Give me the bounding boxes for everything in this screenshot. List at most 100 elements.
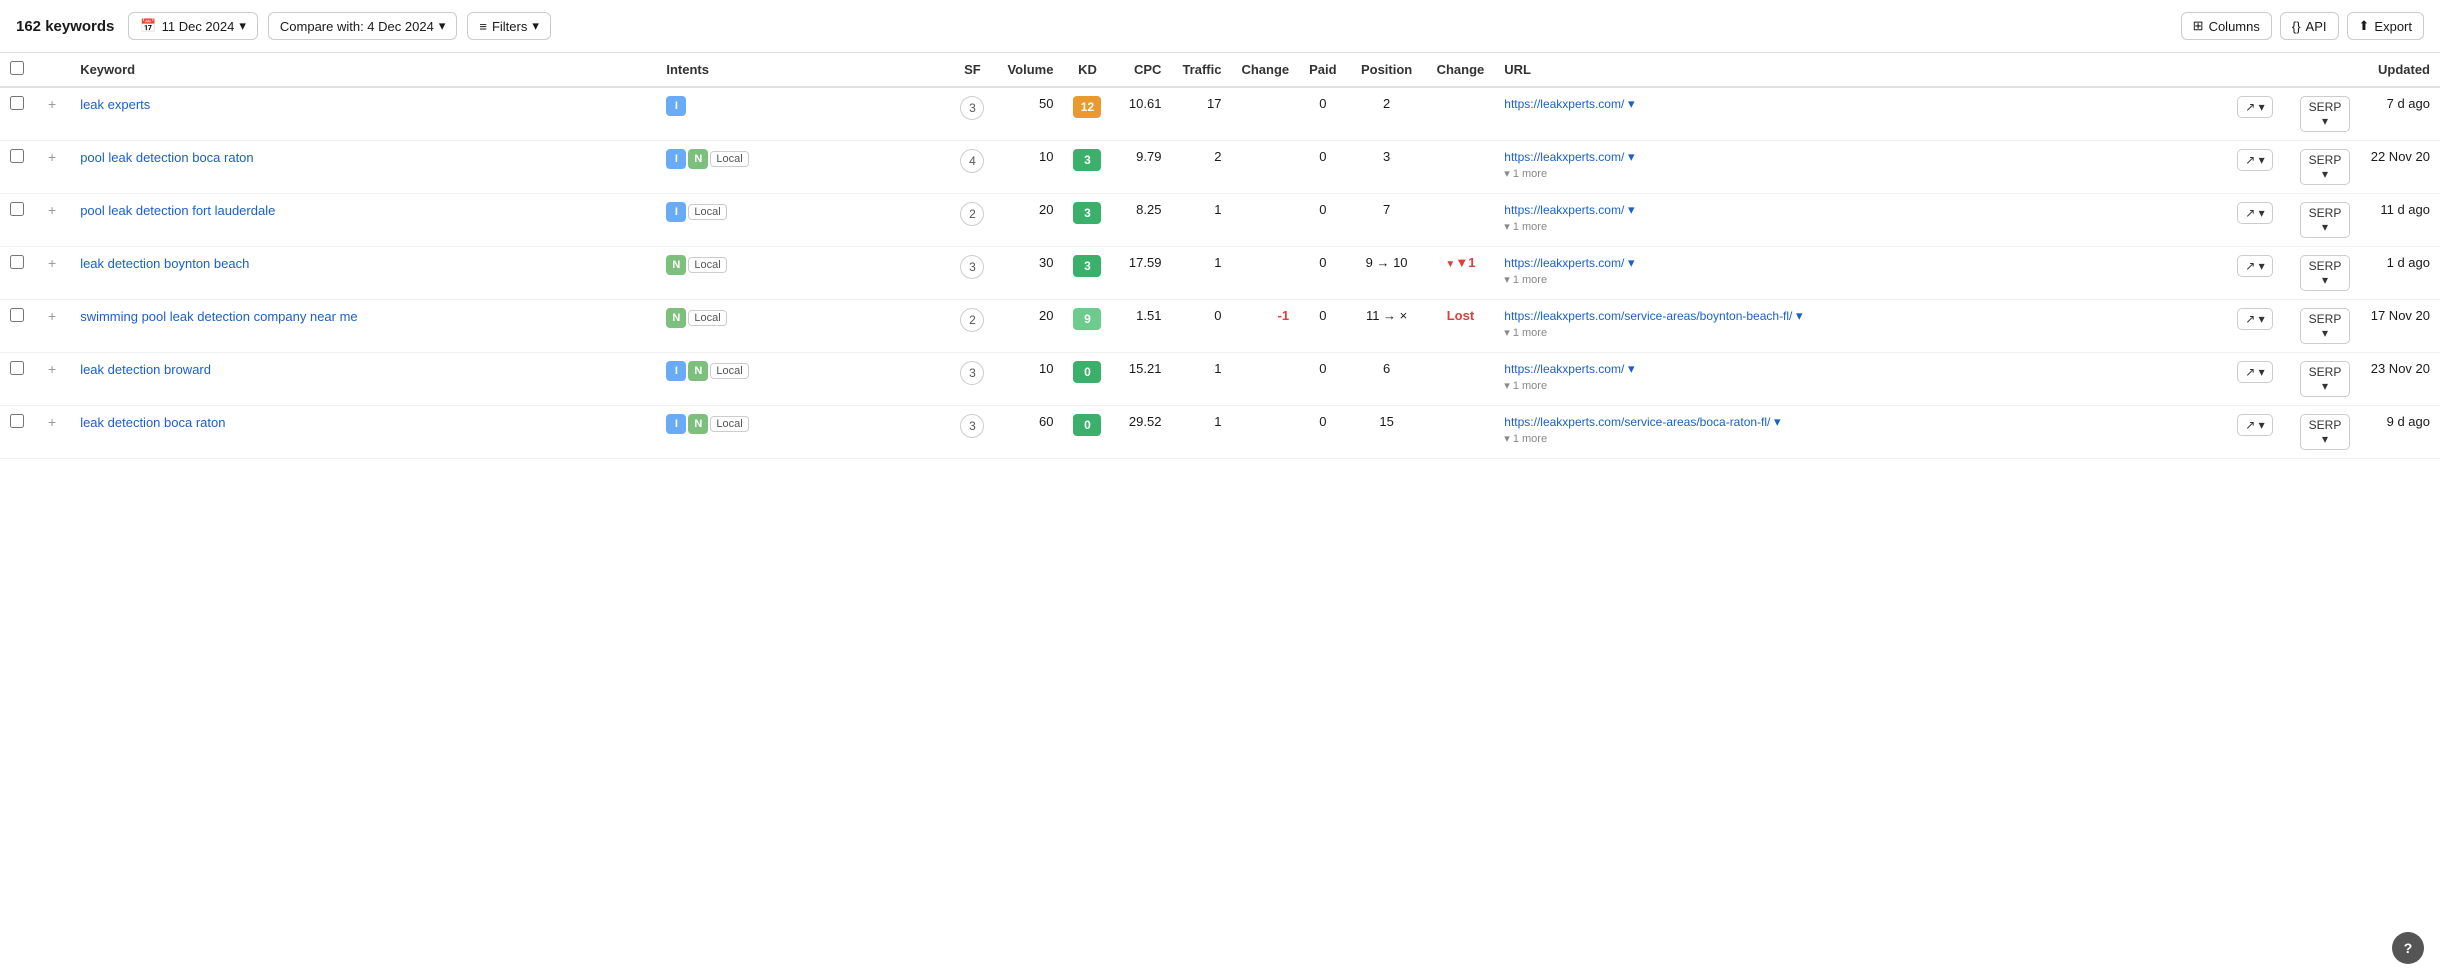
url-link[interactable]: https://leakxperts.com/ bbox=[1504, 256, 1624, 270]
serp-button[interactable]: SERP ▾ bbox=[2300, 96, 2350, 132]
url-more-link[interactable]: ▾ 1 more bbox=[1504, 327, 1547, 339]
keyword-link[interactable]: leak experts bbox=[80, 97, 150, 112]
trend-chart-button[interactable]: ↗ ▾ bbox=[2237, 202, 2272, 224]
row-checkbox[interactable] bbox=[10, 308, 24, 322]
row-checkbox[interactable] bbox=[10, 149, 24, 163]
columns-button[interactable]: ⊞ Columns bbox=[2181, 12, 2272, 40]
url-dropdown-icon[interactable]: ▾ bbox=[1774, 414, 1781, 429]
serp-button[interactable]: SERP ▾ bbox=[2300, 202, 2350, 238]
url-more-link[interactable]: ▾ 1 more bbox=[1504, 433, 1547, 445]
traffic-change-value bbox=[1231, 141, 1299, 194]
api-label: API bbox=[2306, 19, 2327, 34]
url-more-link[interactable]: ▾ 1 more bbox=[1504, 168, 1547, 180]
trend-chart-button[interactable]: ↗ ▾ bbox=[2237, 361, 2272, 383]
kd-badge: 0 bbox=[1073, 361, 1101, 383]
compare-button[interactable]: Compare with: 4 Dec 2024 ▾ bbox=[268, 12, 457, 40]
url-cell: https://leakxperts.com/ ▾ ▾ 1 more bbox=[1494, 141, 2220, 194]
row-checkbox[interactable] bbox=[10, 202, 24, 216]
url-dropdown-icon[interactable]: ▾ bbox=[1628, 96, 1635, 111]
cpc-value: 15.21 bbox=[1111, 353, 1171, 406]
url-dropdown-icon[interactable]: ▾ bbox=[1628, 361, 1635, 376]
intents-cell: ILocal bbox=[656, 194, 947, 247]
url-cell: https://leakxperts.com/ ▾ ▾ 1 more bbox=[1494, 247, 2220, 300]
expand-row-button[interactable]: + bbox=[44, 308, 60, 324]
serp-button[interactable]: SERP ▾ bbox=[2300, 361, 2350, 397]
kd-badge: 12 bbox=[1073, 96, 1101, 118]
traffic-value: 1 bbox=[1171, 247, 1231, 300]
url-link[interactable]: https://leakxperts.com/ bbox=[1504, 150, 1624, 164]
filters-button[interactable]: ≡ Filters ▾ bbox=[467, 12, 551, 40]
col-header-change2: Change bbox=[1427, 53, 1495, 87]
cpc-value: 29.52 bbox=[1111, 406, 1171, 459]
keyword-link[interactable]: pool leak detection boca raton bbox=[80, 150, 253, 165]
paid-value: 0 bbox=[1299, 141, 1346, 194]
trend-chart-button[interactable]: ↗ ▾ bbox=[2237, 255, 2272, 277]
cpc-value: 10.61 bbox=[1111, 87, 1171, 141]
export-label: Export bbox=[2374, 19, 2412, 34]
traffic-change-value bbox=[1231, 406, 1299, 459]
keyword-link[interactable]: leak detection boca raton bbox=[80, 415, 225, 430]
intent-n-badge: N bbox=[666, 308, 686, 328]
table-row: +leak expertsI3501210.611702https://leak… bbox=[0, 87, 2440, 141]
date-picker-button[interactable]: 📅 11 Dec 2024 ▾ bbox=[128, 12, 257, 40]
url-link[interactable]: https://leakxperts.com/ bbox=[1504, 362, 1624, 376]
position-change-value: Lost bbox=[1427, 300, 1495, 353]
serp-button[interactable]: SERP ▾ bbox=[2300, 308, 2350, 344]
filters-label: Filters bbox=[492, 19, 527, 34]
volume-value: 10 bbox=[997, 353, 1063, 406]
url-dropdown-icon[interactable]: ▾ bbox=[1796, 308, 1803, 323]
url-dropdown-icon[interactable]: ▾ bbox=[1628, 255, 1635, 270]
export-button[interactable]: ⬆ Export bbox=[2347, 12, 2424, 40]
trend-chart-button[interactable]: ↗ ▾ bbox=[2237, 308, 2272, 330]
table-body: +leak expertsI3501210.611702https://leak… bbox=[0, 87, 2440, 459]
serp-button[interactable]: SERP ▾ bbox=[2300, 149, 2350, 185]
intent-local-badge: Local bbox=[710, 416, 748, 432]
keyword-link[interactable]: leak detection boynton beach bbox=[80, 256, 249, 271]
position-value: 9 → 10 bbox=[1347, 247, 1427, 300]
url-dropdown-icon[interactable]: ▾ bbox=[1628, 202, 1635, 217]
expand-row-button[interactable]: + bbox=[44, 149, 60, 165]
trend-chart-button[interactable]: ↗ ▾ bbox=[2237, 96, 2272, 118]
url-more-link[interactable]: ▾ 1 more bbox=[1504, 221, 1547, 233]
col-header-position: Position bbox=[1347, 53, 1427, 87]
sf-value: 3 bbox=[960, 414, 984, 438]
intent-i-badge: I bbox=[666, 96, 686, 116]
trend-chart-button[interactable]: ↗ ▾ bbox=[2237, 149, 2272, 171]
expand-row-button[interactable]: + bbox=[44, 202, 60, 218]
serp-button[interactable]: SERP ▾ bbox=[2300, 414, 2350, 450]
keyword-link[interactable]: swimming pool leak detection company nea… bbox=[80, 309, 357, 324]
cpc-value: 9.79 bbox=[1111, 141, 1171, 194]
row-checkbox[interactable] bbox=[10, 361, 24, 375]
keyword-link[interactable]: leak detection broward bbox=[80, 362, 211, 377]
row-checkbox[interactable] bbox=[10, 96, 24, 110]
help-button[interactable]: ? bbox=[2392, 932, 2424, 964]
col-header-volume: Volume bbox=[997, 53, 1063, 87]
url-link[interactable]: https://leakxperts.com/ bbox=[1504, 97, 1624, 111]
api-button[interactable]: {} API bbox=[2280, 12, 2339, 40]
date-label: 11 Dec 2024 bbox=[162, 19, 235, 34]
url-link[interactable]: https://leakxperts.com/ bbox=[1504, 203, 1624, 217]
select-all-checkbox[interactable] bbox=[10, 61, 24, 75]
volume-value: 20 bbox=[997, 194, 1063, 247]
row-checkbox[interactable] bbox=[10, 255, 24, 269]
expand-row-button[interactable]: + bbox=[44, 255, 60, 271]
trend-chart-button[interactable]: ↗ ▾ bbox=[2237, 414, 2272, 436]
expand-row-button[interactable]: + bbox=[44, 361, 60, 377]
url-link[interactable]: https://leakxperts.com/service-areas/boc… bbox=[1504, 415, 1770, 429]
sf-value: 2 bbox=[960, 308, 984, 332]
intent-i-badge: I bbox=[666, 202, 686, 222]
cpc-value: 17.59 bbox=[1111, 247, 1171, 300]
url-more-link[interactable]: ▾ 1 more bbox=[1504, 274, 1547, 286]
api-icon: {} bbox=[2292, 19, 2301, 34]
url-dropdown-icon[interactable]: ▾ bbox=[1628, 149, 1635, 164]
expand-row-button[interactable]: + bbox=[44, 96, 60, 112]
serp-button[interactable]: SERP ▾ bbox=[2300, 255, 2350, 291]
traffic-change-value bbox=[1231, 87, 1299, 141]
position-value: 6 bbox=[1347, 353, 1427, 406]
keyword-link[interactable]: pool leak detection fort lauderdale bbox=[80, 203, 275, 218]
expand-row-button[interactable]: + bbox=[44, 414, 60, 430]
row-checkbox[interactable] bbox=[10, 414, 24, 428]
volume-value: 60 bbox=[997, 406, 1063, 459]
url-link[interactable]: https://leakxperts.com/service-areas/boy… bbox=[1504, 309, 1792, 323]
url-more-link[interactable]: ▾ 1 more bbox=[1504, 380, 1547, 392]
